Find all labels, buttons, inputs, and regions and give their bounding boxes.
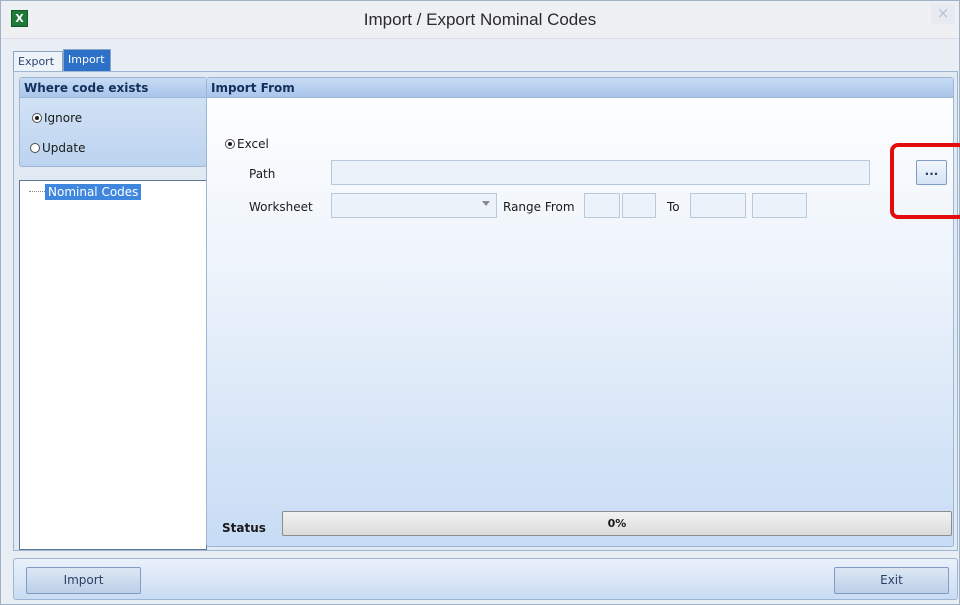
browse-highlight-annotation — [890, 143, 960, 219]
worksheet-label: Worksheet — [249, 200, 313, 214]
excel-radio-icon[interactable] — [225, 139, 235, 149]
ignore-radio-icon[interactable] — [32, 113, 42, 123]
worksheet-dropdown[interactable] — [331, 193, 497, 218]
tab-export[interactable]: Export — [13, 51, 63, 71]
window-title: Import / Export Nominal Codes — [363, 10, 597, 29]
tree-connector-line — [29, 191, 45, 192]
close-button[interactable]: × — [931, 4, 955, 24]
excel-radio-option[interactable]: Excel — [225, 137, 269, 151]
status-label: Status — [222, 521, 266, 535]
update-radio-label: Update — [42, 141, 86, 155]
range-from-column-field[interactable] — [584, 193, 620, 218]
tree-item-nominal-codes[interactable]: Nominal Codes — [45, 184, 142, 200]
update-radio-option[interactable]: Update — [30, 141, 85, 155]
update-radio-icon[interactable] — [30, 143, 40, 153]
tab-import[interactable]: Import — [63, 49, 111, 71]
import-button[interactable]: Import — [26, 567, 141, 594]
path-label: Path — [249, 167, 276, 181]
import-export-window: X Import / Export Nominal Codes × Export… — [0, 0, 960, 605]
to-label: To — [667, 200, 680, 214]
ignore-radio-option[interactable]: Ignore — [32, 111, 82, 125]
import-tab-panel: Where code exists Ignore Update Nominal … — [13, 71, 960, 551]
status-progress-bar: 0% — [282, 511, 952, 536]
range-to-column-field[interactable] — [690, 193, 746, 218]
import-from-title: Import From — [207, 78, 953, 98]
path-input[interactable] — [331, 160, 870, 185]
ignore-radio-label: Ignore — [44, 111, 83, 125]
title-bar: X Import / Export Nominal Codes × — [1, 1, 959, 39]
range-to-row-field[interactable] — [752, 193, 807, 218]
bottom-button-bar: Import Exit — [13, 558, 958, 600]
range-from-row-field[interactable] — [622, 193, 656, 218]
excel-radio-label: Excel — [237, 137, 269, 151]
nominal-tree[interactable]: Nominal Codes — [19, 180, 207, 550]
progress-percent-text: 0% — [607, 517, 627, 530]
range-from-label: Range From — [503, 200, 575, 214]
where-code-exists-title: Where code exists — [20, 78, 206, 98]
where-code-exists-group: Where code exists Ignore Update — [19, 77, 207, 167]
exit-button[interactable]: Exit — [834, 567, 949, 594]
import-from-group: Import From Excel Path ... Worksheet Ran… — [206, 77, 960, 547]
chevron-down-icon[interactable] — [482, 201, 490, 206]
